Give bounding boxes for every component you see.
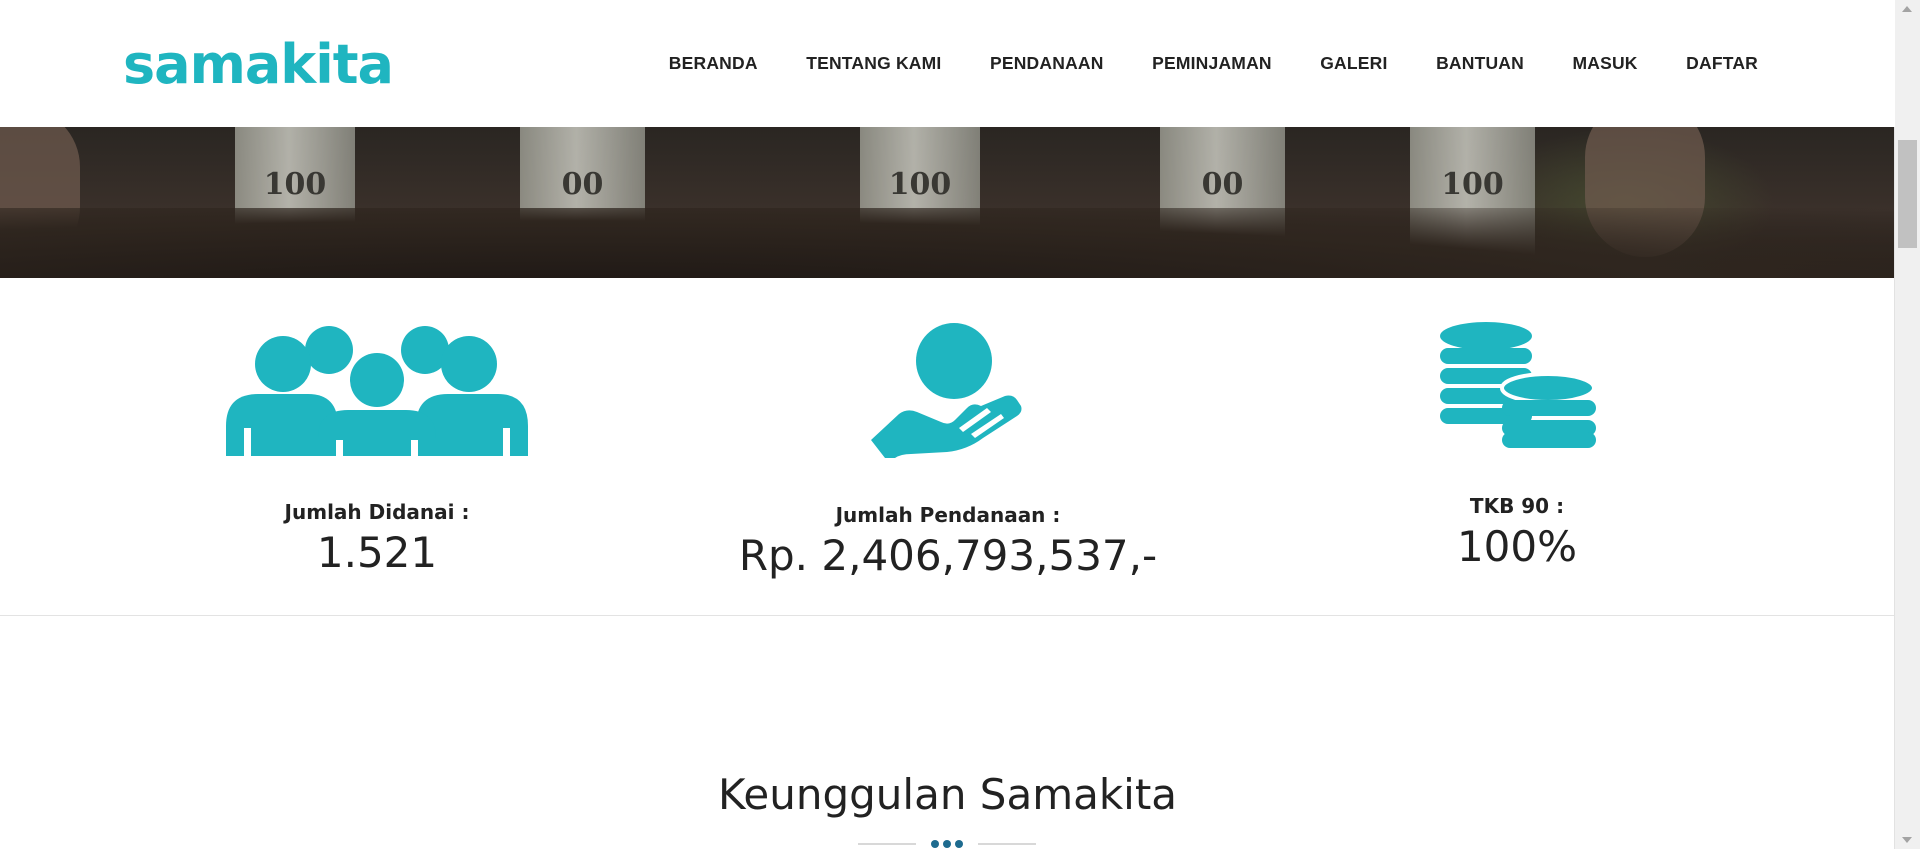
coins-stack-icon — [1440, 322, 1596, 448]
samakita-logo[interactable]: samakita — [123, 38, 394, 92]
divider-dot — [955, 840, 963, 848]
stats-section: Jumlah Didanai : 1.521 Jumlah Pendanaan … — [0, 278, 1895, 616]
nav-masuk[interactable]: MASUK — [1572, 53, 1637, 74]
divider-line — [978, 843, 1036, 845]
hero-soil — [0, 208, 1895, 278]
stat-value: Rp. 2,406,793,537,- — [738, 531, 1158, 580]
stat-value: 1.521 — [316, 528, 438, 577]
stat-label: TKB 90 : — [1469, 494, 1565, 518]
divider-dot — [931, 840, 939, 848]
scroll-up-arrow-icon[interactable] — [1902, 6, 1912, 12]
nav-tentang-kami[interactable]: TENTANG KAMI — [806, 53, 941, 74]
bill-digits: 00 — [561, 167, 604, 202]
nav-bantuan[interactable]: BANTUAN — [1436, 53, 1524, 74]
nav-pendanaan[interactable]: PENDANAAN — [990, 53, 1104, 74]
stat-value: 100% — [1456, 522, 1578, 571]
nav-beranda[interactable]: BERANDA — [669, 53, 758, 74]
divider-dot — [943, 840, 951, 848]
stat-label: Jumlah Didanai : — [284, 500, 470, 524]
page-scrollbar[interactable] — [1894, 0, 1920, 849]
bill-digits: 00 — [1201, 167, 1244, 202]
stat-label: Jumlah Pendanaan : — [835, 503, 1061, 527]
divider-line — [858, 843, 916, 845]
page: samakita BERANDA TENTANG KAMI PENDANAAN … — [0, 0, 1920, 849]
nav-peminjaman[interactable]: PEMINJAMAN — [1152, 53, 1272, 74]
hand-coin-icon — [871, 323, 1022, 458]
nav-daftar[interactable]: DAFTAR — [1686, 53, 1758, 74]
bill-digits: 100 — [888, 167, 952, 202]
people-group-icon — [226, 326, 528, 456]
nav-galeri[interactable]: GALERI — [1320, 53, 1387, 74]
bill-digits: 100 — [1441, 167, 1504, 202]
section-divider — [858, 840, 1036, 848]
hero-banner-image: 100 00 100 00 100 — [0, 127, 1895, 278]
main-nav: BERANDA TENTANG KAMI PENDANAAN PEMINJAMA… — [620, 0, 1758, 127]
section-title: Keunggulan Samakita — [717, 770, 1178, 819]
bill-digits: 100 — [263, 167, 327, 202]
scroll-down-arrow-icon[interactable] — [1902, 837, 1912, 843]
site-header: samakita BERANDA TENTANG KAMI PENDANAAN … — [0, 0, 1895, 127]
scrollbar-thumb[interactable] — [1898, 140, 1917, 248]
